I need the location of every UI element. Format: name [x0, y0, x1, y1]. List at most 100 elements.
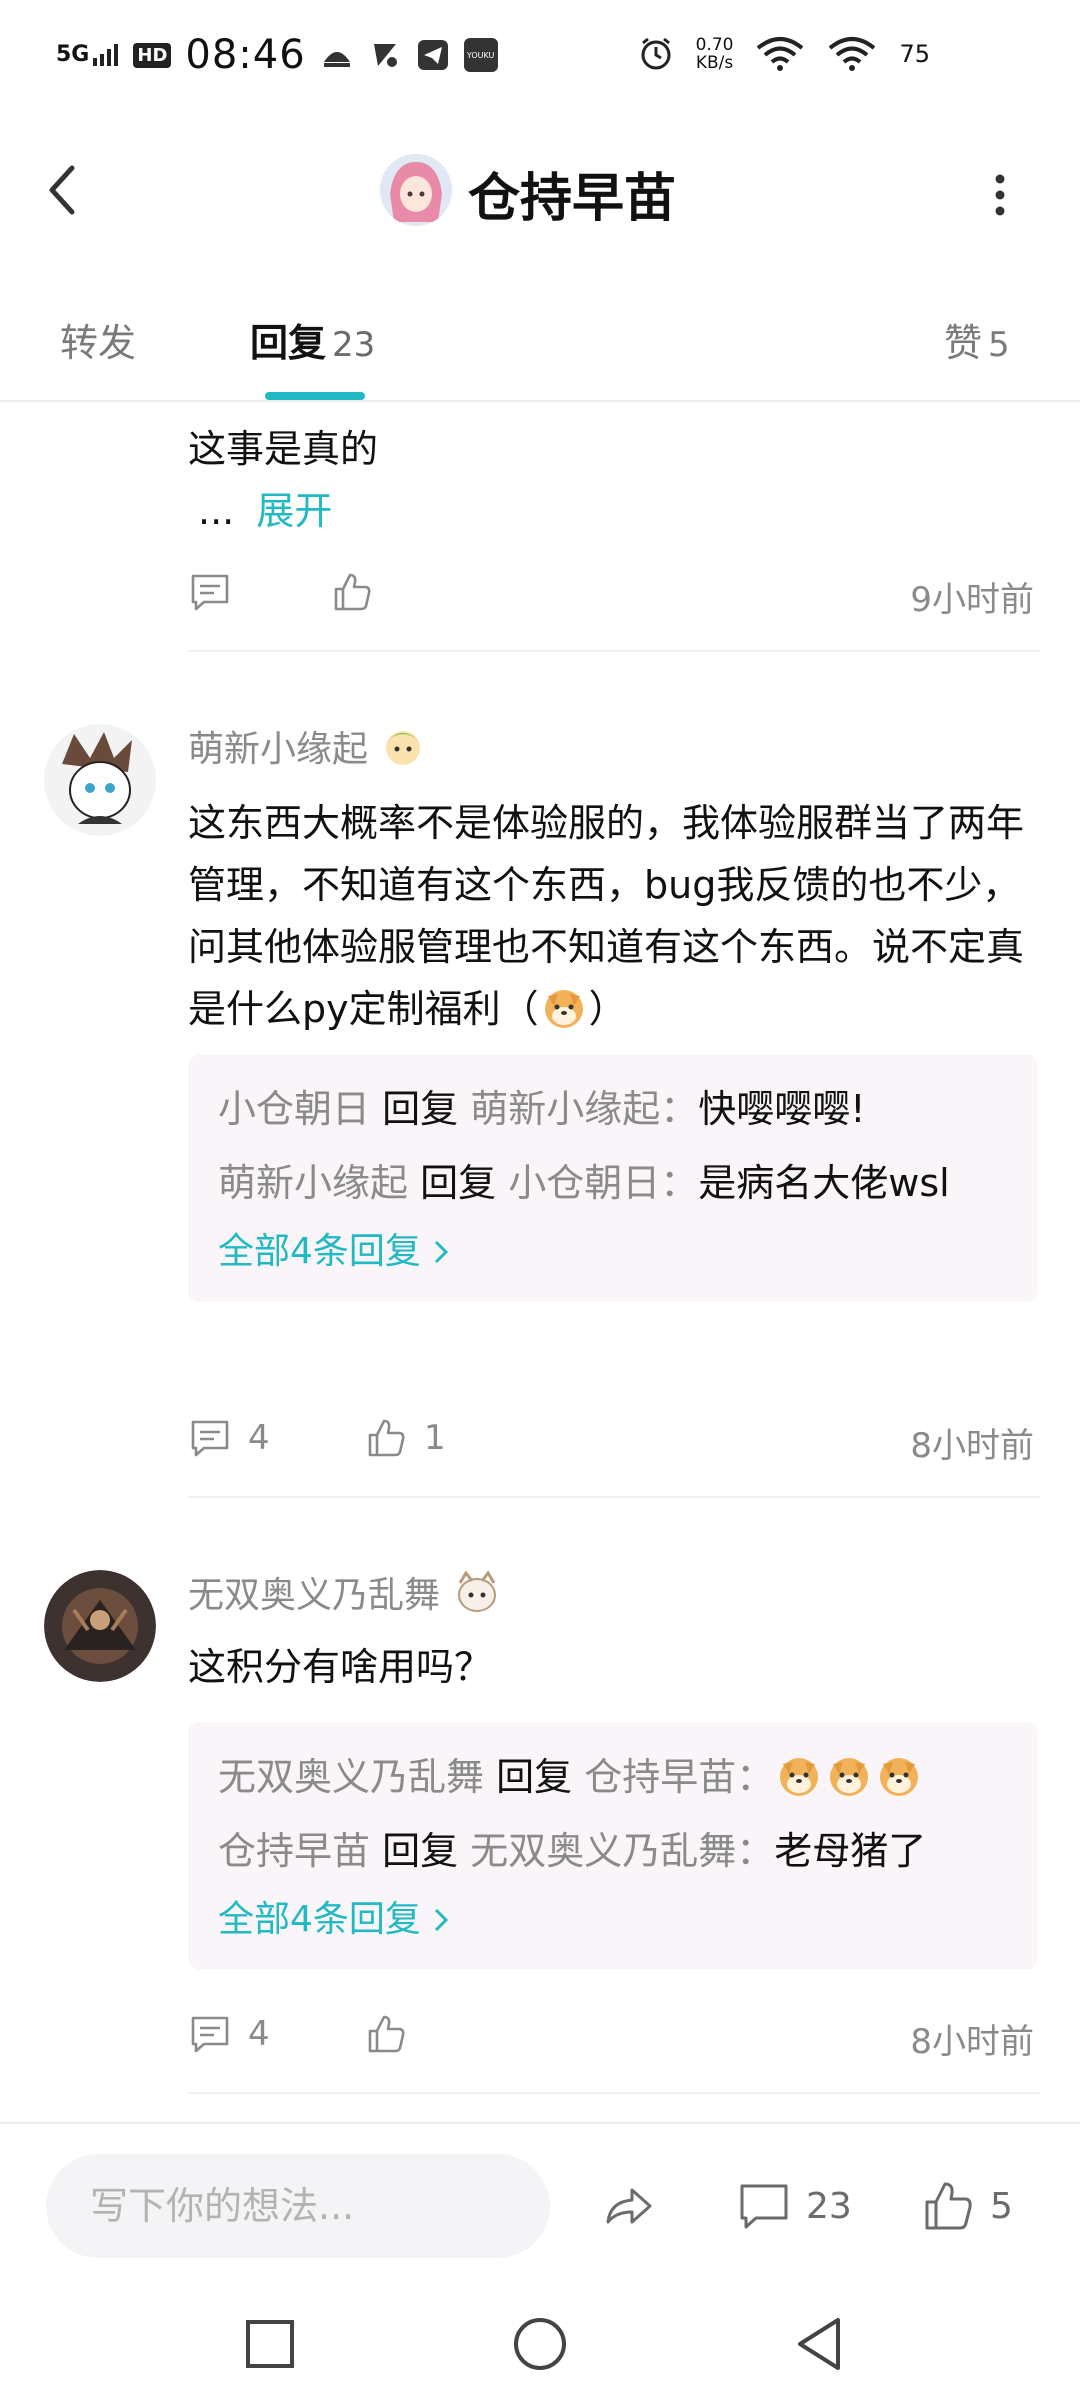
recent-apps-icon[interactable]	[240, 2314, 300, 2374]
wifi-plus-icon	[757, 37, 804, 71]
view-all-replies-link[interactable]: 全部4条回复	[218, 1888, 1008, 1952]
comment-time: 9小时前	[910, 580, 1034, 620]
chevron-right-icon	[434, 1908, 449, 1932]
username-text: 萌新小缘起	[188, 729, 369, 770]
like-button[interactable]	[330, 570, 374, 614]
user-badge-icon	[458, 1570, 497, 1612]
status-right: 0.70 KB/s 75	[638, 36, 930, 72]
comment-actions: 4 1 8小时前	[188, 1410, 1040, 1470]
username[interactable]: 萌新小缘起	[188, 720, 426, 772]
avatar-image	[44, 724, 156, 836]
tab-bar: 转发 回复 23 赞5	[0, 290, 1080, 400]
comment-time: 8小时前	[910, 2022, 1034, 2062]
comments-count: 23	[806, 2185, 852, 2227]
reply-verb: 回复	[382, 1829, 459, 1873]
comment-icon	[191, 1420, 229, 1457]
tab-replies-label: 回复	[250, 321, 327, 365]
reply-verb: 回复	[420, 1161, 497, 1205]
avatar-image	[44, 1570, 156, 1682]
thumbs-up-icon	[368, 1419, 405, 1457]
reply-to: 仓持早苗	[584, 1755, 737, 1799]
network-speed: 0.70 KB/s	[696, 36, 734, 72]
thumbs-up-icon	[368, 2015, 405, 2053]
reply-sep: ：	[660, 1161, 699, 1205]
reply-sep: ：	[736, 1829, 775, 1873]
username[interactable]: 无双奥义乃乱舞	[188, 1566, 502, 1618]
header: 仓持早苗	[0, 120, 1080, 260]
like-button[interactable]	[364, 2012, 424, 2056]
back-button[interactable]	[40, 160, 90, 220]
reply-text: 老母猪了	[774, 1829, 927, 1873]
reply-verb: 回复	[382, 1087, 459, 1131]
author-avatar[interactable]	[380, 154, 452, 226]
telegram-icon	[417, 40, 448, 70]
comment-icon	[191, 2016, 229, 2053]
back-nav-icon[interactable]	[790, 2314, 850, 2374]
signal-icon: 5G	[56, 44, 119, 66]
more-options-icon[interactable]	[980, 165, 1020, 225]
comment-icon	[191, 574, 229, 611]
view-all-replies-label: 全部4条回复	[218, 1231, 421, 1272]
reply-preview-box[interactable]: 无双奥义乃乱舞 回复 仓持早苗： 仓持早苗 回复 无双奥义乃乱舞：老母猪了 全部…	[188, 1722, 1038, 1970]
expand-label: 展开	[256, 489, 333, 533]
user-avatar[interactable]	[44, 724, 156, 836]
doge-emoji-icon	[880, 1758, 919, 1796]
share-button[interactable]	[600, 2178, 656, 2234]
reply-from: 萌新小缘起	[218, 1161, 409, 1205]
reply-from: 无双奥义乃乱舞	[218, 1755, 485, 1799]
like-button[interactable]: 1	[364, 1416, 446, 1460]
comments-button[interactable]: 23	[736, 2178, 852, 2234]
notification-icon	[323, 52, 350, 67]
home-icon[interactable]	[510, 2314, 570, 2374]
reply-button[interactable]	[188, 570, 232, 614]
doge-emoji-icon	[544, 990, 583, 1028]
user-avatar[interactable]	[44, 1570, 156, 1682]
comment-text: 这事是真的	[188, 427, 379, 471]
reply-line: 仓持早苗 回复 无双奥义乃乱舞：老母猪了	[218, 1814, 1008, 1888]
reply-button[interactable]: 4	[188, 1416, 270, 1460]
system-nav-bar	[0, 2284, 1080, 2408]
status-bar: 5G HD 08:46 YOUKU 0.70 KB/s 75	[0, 0, 1080, 120]
share-icon	[606, 2188, 652, 2224]
alarm-icon	[641, 37, 671, 70]
tab-replies[interactable]: 回复 23	[250, 312, 375, 367]
ellipsis: ...	[198, 489, 235, 533]
status-left: 5G HD 08:46 YOUKU	[56, 32, 498, 78]
reply-count: 4	[248, 1418, 270, 1458]
reply-to: 萌新小缘起	[470, 1087, 661, 1131]
comment-input[interactable]	[46, 2154, 550, 2258]
wifi-icon	[829, 37, 876, 71]
comment-divider	[188, 2092, 1040, 2094]
reply-line: 无双奥义乃乱舞 回复 仓持早苗：	[218, 1740, 1008, 1814]
thumbs-up-icon	[334, 573, 371, 611]
like-count: 1	[424, 1418, 446, 1458]
reply-preview-box[interactable]: 小仓朝日 回复 萌新小缘起 ： 快嘤嘤嘤! 萌新小缘起 回复 小仓朝日：是病名大佬w…	[188, 1054, 1038, 1302]
tab-likes-count: 5	[988, 325, 1010, 365]
like-post-button[interactable]: 5	[920, 2178, 1013, 2234]
reply-from: 小仓朝日	[218, 1087, 371, 1131]
reply-text: 是病名大佬wsl	[698, 1161, 950, 1205]
network-label: 5G	[56, 42, 90, 67]
reply-text: 快嘤嘤嘤!	[698, 1087, 866, 1131]
chevron-right-icon	[434, 1240, 449, 1264]
app-notification-icon	[373, 44, 397, 67]
reply-to: 小仓朝日	[508, 1161, 661, 1205]
tab-repost-label: 转发	[60, 321, 137, 365]
youku-icon: YOUKU	[463, 38, 498, 72]
reply-line: 萌新小缘起 回复 小仓朝日：是病名大佬wsl	[218, 1146, 1008, 1220]
comment-icon	[740, 2184, 788, 2229]
user-badge-icon	[386, 731, 421, 765]
expand-link[interactable]: ... 展开	[198, 480, 332, 535]
view-all-replies-link[interactable]: 全部4条回复	[218, 1220, 1008, 1284]
comment-divider	[188, 1496, 1040, 1498]
hd-badge: HD	[133, 42, 172, 68]
speed-unit: KB/s	[695, 53, 734, 73]
comment-divider	[188, 650, 1040, 652]
comment-time: 8小时前	[910, 1426, 1034, 1466]
tab-repost[interactable]: 转发	[60, 312, 136, 367]
comment-list[interactable]: 这事是真的 ... 展开 9小时前 萌新小缘起 这东西大概率不是体验服的，我体验…	[0, 402, 1080, 2122]
reply-sep: ：	[736, 1755, 775, 1799]
tab-likes[interactable]: 赞5	[944, 312, 1010, 367]
reply-button[interactable]: 4	[188, 2012, 270, 2056]
thumbs-up-icon	[925, 2182, 972, 2230]
